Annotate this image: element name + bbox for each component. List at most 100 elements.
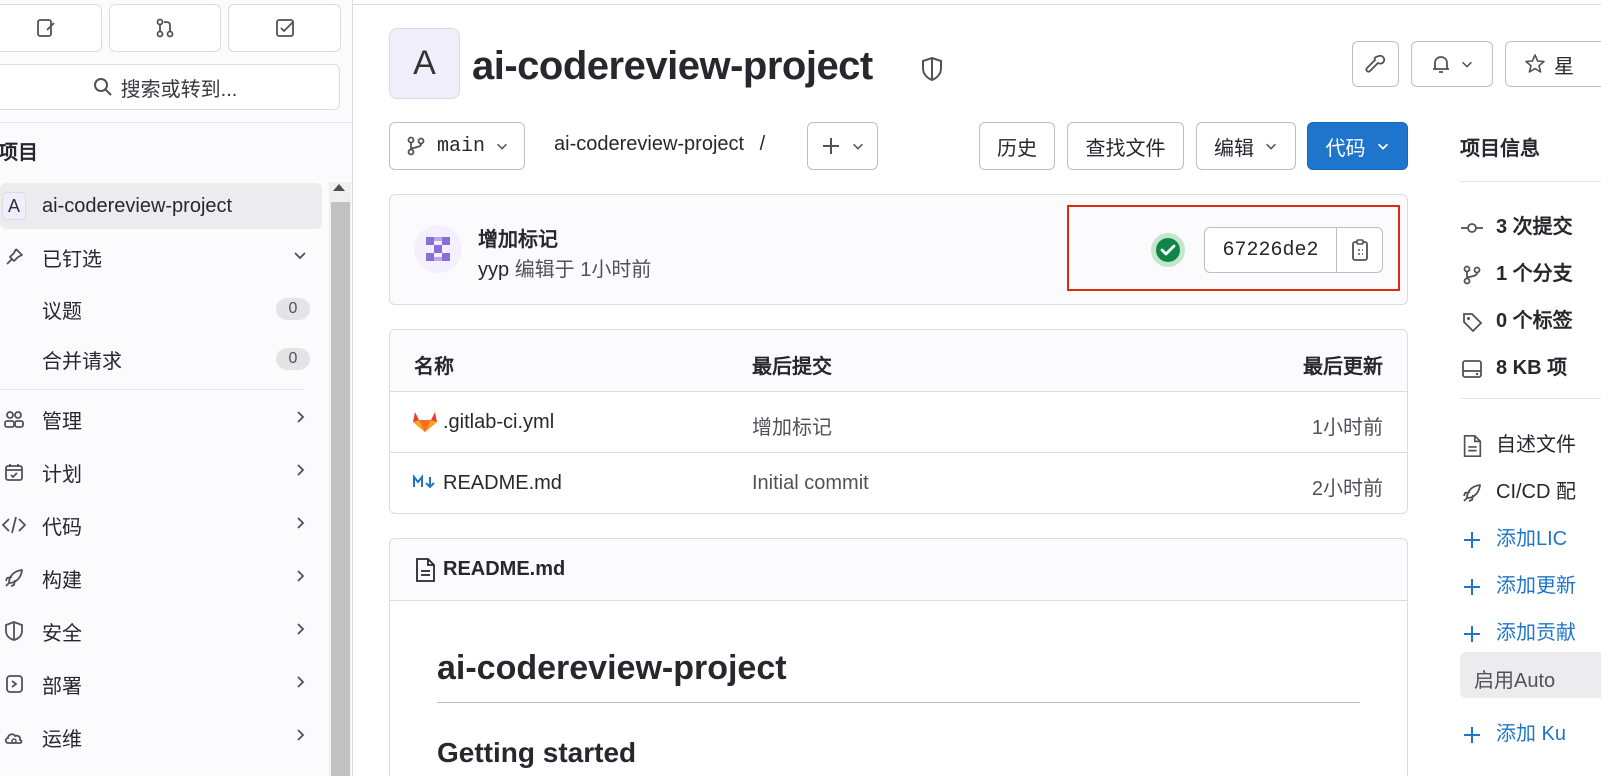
- search-button[interactable]: 搜索或转到...: [0, 64, 340, 110]
- users-icon: [2, 407, 26, 431]
- sidebar-item-security[interactable]: 安全: [0, 608, 322, 654]
- chevron-right-icon: [292, 726, 308, 749]
- heading-rule: [437, 702, 1360, 703]
- commit-meta: yyp 编辑于 1小时前: [478, 253, 651, 282]
- enable-auto-devops-button[interactable]: 启用Auto: [1460, 652, 1601, 698]
- sidebar-item-deploy[interactable]: 部署: [0, 661, 322, 707]
- divider: [0, 122, 352, 123]
- markdown-file-icon: [412, 473, 436, 497]
- sidebar-item-build[interactable]: 构建: [0, 555, 322, 601]
- find-file-button[interactable]: 查找文件: [1067, 122, 1184, 170]
- edit-dropdown[interactable]: 编辑: [1196, 122, 1296, 170]
- chevron-right-icon: [292, 514, 308, 537]
- branches-link[interactable]: 1 个分支: [1460, 257, 1573, 286]
- issues-count-badge: 0: [276, 298, 310, 320]
- add-license-link[interactable]: 添加LIC: [1460, 522, 1567, 551]
- branch-name: main: [436, 134, 485, 158]
- commits-link[interactable]: 3 次提交: [1460, 210, 1573, 239]
- commit-author[interactable]: yyp: [478, 259, 509, 281]
- add-contributing-link[interactable]: 添加贡献: [1460, 616, 1576, 645]
- file-last-update: 1小时前: [1311, 417, 1383, 439]
- sidebar-item-merge-requests[interactable]: 合并请求 0: [0, 336, 322, 382]
- branch-selector[interactable]: main: [389, 122, 525, 170]
- chevron-down-icon: [292, 246, 308, 269]
- commit-title[interactable]: 增加标记: [478, 223, 558, 252]
- add-changelog-link[interactable]: 添加更新: [1460, 569, 1576, 598]
- divider: [1460, 398, 1601, 399]
- divider: [0, 389, 304, 390]
- file-last-update: 2小时前: [1311, 478, 1383, 500]
- table-header: 名称 最后提交 最后更新: [390, 330, 1407, 392]
- notifications-button[interactable]: [1411, 41, 1493, 87]
- add-kubernetes-link[interactable]: 添加 Ku: [1460, 717, 1566, 746]
- code-icon: [2, 513, 26, 537]
- settings-wrench-button[interactable]: [1352, 41, 1399, 87]
- file-last-commit[interactable]: 增加标记: [752, 411, 832, 440]
- project-avatar: A: [2, 192, 26, 220]
- code-label: 代码: [1325, 137, 1366, 160]
- table-row[interactable]: README.md Initial commit 2小时前: [390, 453, 1407, 513]
- column-header-last-update: 最后更新: [1303, 356, 1383, 378]
- highlight-box: [1067, 205, 1400, 291]
- project-info-title: 项目信息: [1460, 138, 1540, 160]
- file-name[interactable]: .gitlab-ci.yml: [443, 411, 554, 434]
- sidebar-item-plan[interactable]: 计划: [0, 449, 322, 495]
- readme-header: README.md: [390, 539, 1407, 601]
- shield-icon: [2, 619, 26, 643]
- tag-icon: [1463, 312, 1483, 332]
- edit-label: 编辑: [1214, 137, 1254, 160]
- sidebar-item-label: 已钉选: [42, 248, 102, 271]
- pin-icon: [2, 245, 26, 269]
- star-icon: [1525, 54, 1545, 73]
- history-button[interactable]: 历史: [979, 122, 1055, 170]
- add-file-dropdown[interactable]: [807, 122, 878, 170]
- branch-icon: [1463, 265, 1481, 285]
- readme-filename[interactable]: README.md: [443, 558, 565, 581]
- rocket-icon: [1463, 483, 1481, 502]
- deploy-icon: [2, 672, 26, 696]
- sidebar-item-label: 构建: [42, 569, 82, 592]
- mr-count-badge: 0: [276, 348, 310, 370]
- sidebar-item-pinned[interactable]: 已钉选: [0, 234, 322, 280]
- file-name[interactable]: README.md: [443, 472, 562, 495]
- file-last-commit[interactable]: Initial commit: [752, 472, 869, 495]
- search-icon: [93, 78, 112, 96]
- plus-icon: [1464, 578, 1480, 595]
- readme-subheading: Getting started: [437, 737, 637, 768]
- author-avatar[interactable]: [414, 225, 462, 279]
- merge-requests-button[interactable]: [109, 4, 221, 52]
- sidebar-item-operate[interactable]: 运维: [0, 714, 322, 760]
- sidebar-item-label: 合并请求: [42, 350, 122, 373]
- table-row[interactable]: .gitlab-ci.yml 增加标记 1小时前: [390, 392, 1407, 453]
- divider: [1460, 181, 1601, 182]
- commit-time: 编辑于 1小时前: [514, 259, 652, 281]
- sidebar-item-label: 运维: [42, 728, 82, 751]
- commit-icon: [1461, 222, 1483, 233]
- wrench-icon: [1364, 54, 1385, 73]
- readme-link[interactable]: 自述文件: [1460, 428, 1576, 458]
- readme-panel: README.md ai-codereview-project Getting …: [389, 538, 1408, 776]
- sidebar-item-manage[interactable]: 管理: [0, 396, 322, 442]
- tags-link[interactable]: 0 个标签: [1460, 304, 1573, 333]
- scroll-up-arrow-icon[interactable]: [333, 184, 345, 191]
- file-table: 名称 最后提交 最后更新 .gitlab-ci.yml 增加标记 1小时前 RE…: [389, 329, 1408, 514]
- bell-icon: [1433, 56, 1449, 73]
- visibility-shield-icon: [920, 56, 944, 88]
- project-avatar: A: [389, 28, 460, 99]
- file-icon: [414, 557, 436, 589]
- sidebar-scrollbar-thumb[interactable]: [331, 202, 350, 776]
- sidebar-item-code[interactable]: 代码: [0, 502, 322, 548]
- storage-link[interactable]: 8 KB 项: [1460, 351, 1567, 380]
- code-dropdown[interactable]: 代码: [1307, 122, 1408, 170]
- chevron-down-icon: [1266, 143, 1276, 150]
- breadcrumb-project-link[interactable]: ai-codereview-project: [554, 133, 744, 155]
- star-label: 星: [1554, 55, 1574, 78]
- star-button[interactable]: 星: [1505, 41, 1601, 87]
- sidebar-item-project[interactable]: A ai-codereview-project: [0, 183, 322, 229]
- readme-heading: ai-codereview-project: [437, 649, 787, 687]
- calendar-icon: [2, 460, 26, 484]
- new-item-button[interactable]: [0, 4, 102, 52]
- todos-button[interactable]: [228, 4, 341, 52]
- sidebar-item-issues[interactable]: 议题 0: [0, 286, 322, 332]
- cicd-config-link[interactable]: CI/CD 配: [1460, 475, 1576, 504]
